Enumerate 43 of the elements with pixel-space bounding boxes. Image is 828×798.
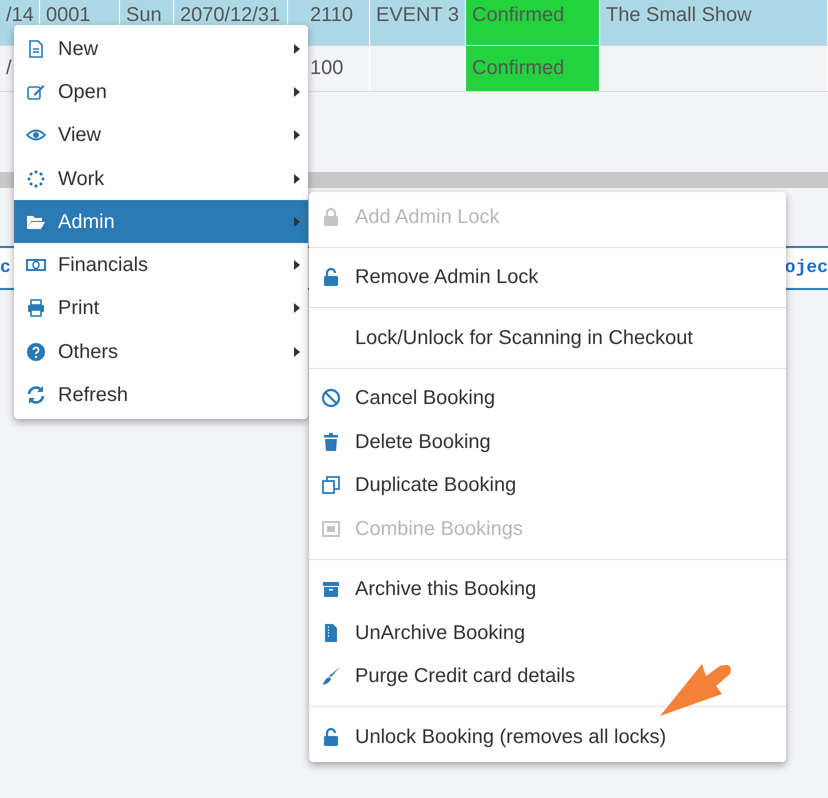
menu-item[interactable]: Delete Booking — [309, 420, 786, 464]
table-cell: Confirmed — [466, 46, 600, 91]
caret-icon — [294, 86, 300, 97]
menu-item[interactable]: Admin — [14, 200, 308, 244]
table-cell: Confirmed — [466, 0, 600, 45]
copy-icon — [321, 475, 341, 496]
caret-icon — [294, 303, 300, 314]
tab-link[interactable]: ojec — [784, 254, 828, 282]
caret-icon — [294, 174, 300, 184]
menu-item[interactable]: Refresh — [14, 373, 308, 417]
menu-item[interactable]: Lock/Unlock for Scanning in Checkout — [309, 316, 786, 360]
caret-icon — [294, 130, 300, 140]
caret-icon — [294, 260, 300, 270]
ban-icon — [321, 388, 341, 408]
menu-item[interactable]: Cancel Booking — [309, 376, 786, 420]
print-icon — [26, 298, 46, 318]
tab-link[interactable]: c — [0, 254, 11, 282]
menu-item[interactable]: View — [14, 114, 308, 157]
menu-item[interactable]: Purge Credit card details — [309, 654, 786, 698]
help-icon — [26, 342, 46, 362]
caret-icon — [294, 216, 300, 227]
unlock-icon — [321, 726, 341, 747]
menu-item[interactable]: Financials — [14, 243, 308, 287]
spinner-icon — [26, 168, 46, 189]
menu-item[interactable]: Print — [14, 286, 308, 330]
combine-icon — [321, 518, 341, 539]
menu-item[interactable]: Remove Admin Lock — [309, 256, 786, 299]
menu-item[interactable]: Archive this Booking — [309, 568, 786, 611]
document-icon — [26, 38, 46, 59]
brush-icon — [321, 666, 341, 686]
caret-icon — [294, 44, 300, 54]
trash-icon — [321, 432, 341, 452]
menu-item[interactable]: Others — [14, 330, 308, 374]
caret-icon — [294, 346, 300, 357]
unlock-icon — [321, 267, 341, 288]
menu-item[interactable]: Unlock Booking (removes all locks) — [309, 715, 786, 758]
menu-item[interactable]: Work — [14, 156, 308, 200]
refresh-icon — [26, 385, 46, 406]
lock-icon — [321, 206, 341, 227]
menu-item[interactable]: UnArchive Booking — [309, 611, 786, 654]
archive-icon — [321, 579, 341, 600]
table-cell: The Small Show — [600, 0, 828, 45]
menu-item[interactable]: Duplicate Booking — [309, 464, 786, 507]
